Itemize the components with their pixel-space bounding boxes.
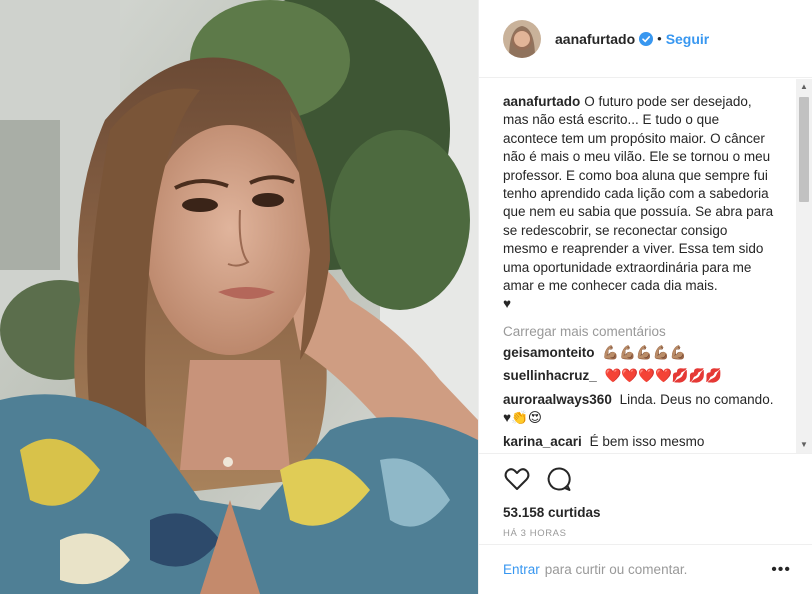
post-photo[interactable] (0, 0, 478, 594)
comment-item: geisamonteito 💪🏽💪🏽💪🏽💪🏽💪🏽 (503, 344, 775, 362)
comment-icon[interactable] (545, 465, 573, 493)
post-side-panel: aanafurtado • Seguir aanafurtado O futuro… (478, 0, 812, 594)
header-username[interactable]: aanafurtado (555, 31, 635, 47)
comment-text: É bem isso mesmo (589, 433, 705, 449)
comment-text: ❤️❤️❤️❤️💋💋💋 (604, 368, 723, 384)
comment-username[interactable]: karina_acari (503, 434, 582, 449)
verified-icon (639, 31, 654, 46)
post-caption: aanafurtado O futuro pode ser desejado, m… (503, 93, 775, 314)
header-separator: • (657, 31, 662, 46)
scroll-down-arrow-icon[interactable]: ▼ (796, 437, 812, 453)
instagram-post-view: aanafurtado • Seguir aanafurtado O futuro… (0, 0, 812, 594)
scroll-up-arrow-icon[interactable]: ▲ (796, 79, 812, 95)
avatar[interactable] (503, 19, 541, 58)
post-header: aanafurtado • Seguir (479, 0, 812, 78)
comment-item: karina_acari É bem isso mesmo (503, 433, 775, 451)
comment-text: 💪🏽💪🏽💪🏽💪🏽💪🏽 (602, 344, 687, 360)
post-actions: 53.158 curtidas HÁ 3 HORAS (479, 453, 812, 539)
avatar-image (503, 19, 541, 58)
comment-username[interactable]: geisamonteito (503, 345, 595, 360)
login-prompt-text: para curtir ou comentar. (544, 562, 688, 577)
comment-item: suellinhacruz_ ❤️❤️❤️❤️💋💋💋 (503, 367, 775, 385)
comment-username[interactable]: suellinhacruz_ (503, 368, 597, 383)
post-footer: Entrar para curtir ou comentar. ••• (479, 544, 812, 594)
load-more-comments-button[interactable]: Carregar mais comentários (503, 324, 775, 339)
caption-heart-emoji: ♥ (503, 296, 512, 312)
comment-username[interactable]: auroraalways360 (503, 392, 612, 407)
post-timestamp: HÁ 3 HORAS (503, 528, 567, 539)
more-options-icon[interactable]: ••• (771, 561, 791, 579)
caption-text: O futuro pode ser desejado, mas não está… (503, 94, 774, 294)
scrollbar-thumb[interactable] (799, 97, 809, 202)
comments-section[interactable]: aanafurtado O futuro pode ser desejado, m… (479, 79, 812, 453)
heart-icon[interactable] (503, 465, 531, 493)
login-link[interactable]: Entrar (503, 562, 540, 577)
comments-scrollbar[interactable]: ▲ ▼ (796, 79, 812, 453)
post-image (0, 0, 478, 594)
comment-item: auroraalways360 Linda. Deus no comando. … (503, 391, 775, 428)
likes-count[interactable]: 53.158 curtidas (503, 505, 791, 520)
follow-button[interactable]: Seguir (666, 31, 710, 47)
caption-username[interactable]: aanafurtado (503, 94, 580, 109)
